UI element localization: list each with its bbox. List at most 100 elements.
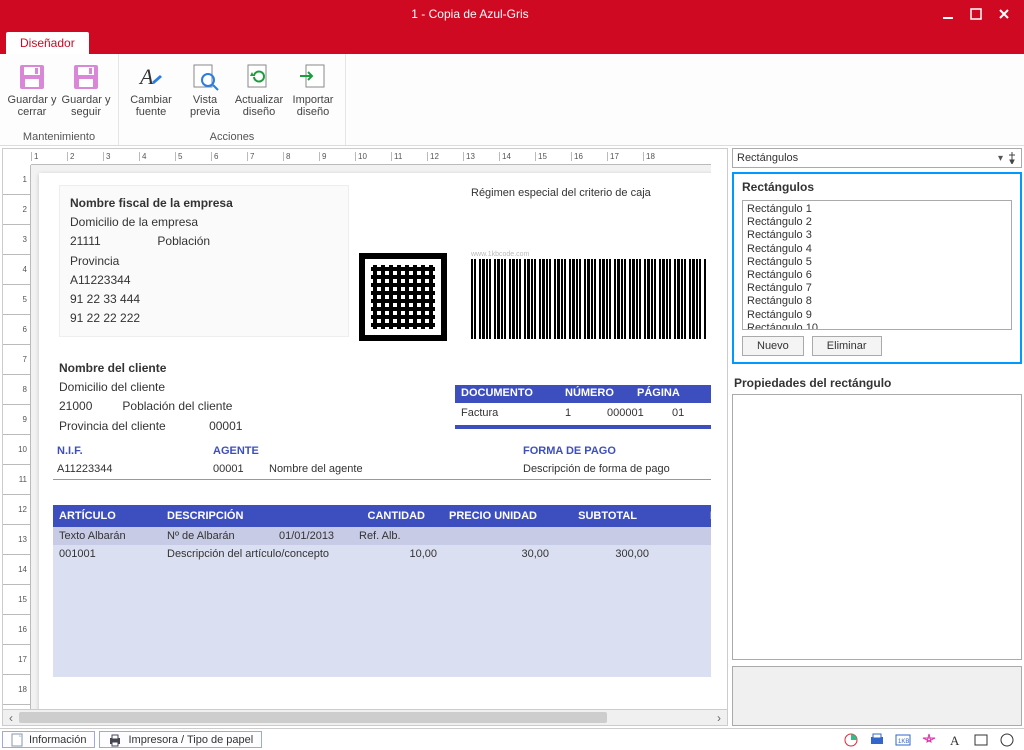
scroll-right-icon[interactable]: ›	[711, 710, 727, 726]
nif-header: N.I.F.AGENTEFORMA DE PAGO	[53, 445, 711, 457]
tab-designer[interactable]: Diseñador	[6, 32, 89, 54]
regimen-label: Régimen especial del criterio de caja	[471, 187, 651, 199]
company-phone1: 91 22 33 444	[70, 290, 338, 309]
list-item[interactable]: Rectángulo 2	[747, 216, 1007, 229]
svg-text:A: A	[950, 733, 960, 748]
status-info-label: Información	[29, 734, 86, 746]
rectangle-list[interactable]: Rectángulo 1 Rectángulo 2 Rectángulo 3 R…	[742, 200, 1012, 330]
vertical-ruler: 123456789101112131415161718	[3, 165, 31, 709]
list-item[interactable]: Rectángulo 8	[747, 295, 1007, 308]
company-province: Provincia	[70, 252, 338, 271]
company-address: Domicilio de la empresa	[70, 213, 338, 232]
delete-button[interactable]: Eliminar	[812, 336, 882, 356]
tool-rect-icon[interactable]	[972, 731, 990, 749]
design-canvas-area: 123456789101112131415161718 123456789101…	[2, 148, 728, 726]
horizontal-scrollbar[interactable]: ‹ ›	[3, 709, 727, 725]
import-icon	[297, 61, 329, 93]
list-item[interactable]: Rectángulo 1	[747, 203, 1007, 216]
ribbon-group-actions: A Cambiar fuente Vista previa Actualizar…	[119, 54, 346, 145]
tab-strip: Diseñador	[0, 28, 1024, 54]
doc-row: Factura100000101	[457, 407, 711, 419]
company-nif: A11223344	[70, 271, 338, 290]
ribbon: Guardar y cerrar Guardar y seguir Manten…	[0, 54, 1024, 146]
floppy-green-icon	[16, 61, 48, 93]
invoice-page[interactable]: Régimen especial del criterio de caja No…	[39, 173, 711, 725]
ribbon-group-title: Acciones	[125, 131, 339, 143]
new-button[interactable]: Nuevo	[742, 336, 804, 356]
statusbar-tools: 1KB A	[842, 731, 1024, 749]
properties-title: Propiedades del rectángulo	[734, 376, 1022, 390]
magnifier-icon	[189, 61, 221, 93]
properties-sub-box	[732, 666, 1022, 726]
company-name: Nombre fiscal de la empresa	[70, 194, 338, 213]
page-icon	[11, 733, 23, 747]
tool-text-icon[interactable]: A	[946, 731, 964, 749]
import-design-button[interactable]: Importar diseño	[287, 58, 339, 129]
list-item[interactable]: Rectángulo 6	[747, 269, 1007, 282]
table-row: Texto AlbaránNº de Albarán01/01/2013Ref.…	[53, 527, 711, 545]
list-item[interactable]: Rectángulo 3	[747, 229, 1007, 242]
list-item[interactable]: Rectángulo 9	[747, 309, 1007, 322]
window-title: 1 - Copia de Azul-Gris	[0, 7, 940, 21]
box-title: Rectángulos	[742, 180, 1012, 194]
ribbon-group-maintenance: Guardar y cerrar Guardar y seguir Manten…	[0, 54, 119, 145]
status-info-button[interactable]: Información	[2, 731, 95, 748]
status-bar: Información Impresora / Tipo de papel 1K…	[0, 728, 1024, 750]
client-name: Nombre del cliente	[59, 359, 242, 378]
maximize-button[interactable]	[968, 6, 984, 22]
font-icon: A	[135, 61, 167, 93]
company-cp-town: 21111 Población	[70, 232, 338, 251]
combo-value: Rectángulos	[737, 152, 998, 164]
scroll-thumb[interactable]	[19, 712, 607, 723]
panel-combo[interactable]: Rectángulos ▾	[732, 148, 1022, 168]
client-cp-town: 21000 Población del cliente	[59, 397, 242, 416]
save-continue-button[interactable]: Guardar y seguir	[60, 58, 112, 129]
printer-icon	[108, 733, 122, 747]
list-item[interactable]: Rectángulo 10	[747, 322, 1007, 330]
table-row: 001001Descripción del artículo/concepto1…	[53, 545, 711, 563]
company-block: Nombre fiscal de la empresa Domicilio de…	[59, 185, 349, 337]
titlebar: 1 - Copia de Azul-Gris	[0, 0, 1024, 28]
floppy-icon	[70, 61, 102, 93]
company-phone2: 91 22 22 222	[70, 309, 338, 328]
change-font-button[interactable]: A Cambiar fuente	[125, 58, 177, 129]
client-province: Provincia del cliente 00001	[59, 417, 242, 436]
refresh-design-button[interactable]: Actualizar diseño	[233, 58, 285, 129]
status-printer-button[interactable]: Impresora / Tipo de papel	[99, 731, 262, 748]
tool-star-icon[interactable]	[920, 731, 938, 749]
tool-printer-icon[interactable]	[868, 731, 886, 749]
window-controls	[940, 6, 1024, 22]
qr-code-icon	[359, 253, 447, 341]
list-item[interactable]: Rectángulo 4	[747, 243, 1007, 256]
tool-circle-icon[interactable]	[998, 731, 1016, 749]
svg-text:1KB: 1KB	[898, 739, 909, 745]
ribbon-group-title: Mantenimiento	[6, 131, 112, 143]
doc-header: DOCUMENTONÚMEROPÁGINA	[455, 387, 711, 399]
refresh-icon	[243, 61, 275, 93]
preview-button[interactable]: Vista previa	[179, 58, 231, 129]
pin-icon[interactable]	[1007, 152, 1017, 164]
svg-text:A: A	[138, 64, 154, 89]
items-body: Texto AlbaránNº de Albarán01/01/2013Ref.…	[53, 527, 711, 677]
save-close-button[interactable]: Guardar y cerrar	[6, 58, 58, 129]
chevron-down-icon[interactable]: ▾	[998, 153, 1003, 164]
main-area: 123456789101112131415161718 123456789101…	[0, 146, 1024, 728]
canvas-viewport[interactable]: Régimen especial del criterio de caja No…	[31, 165, 711, 725]
list-item[interactable]: Rectángulo 5	[747, 256, 1007, 269]
scroll-left-icon[interactable]: ‹	[3, 710, 19, 726]
client-block: Nombre del cliente Domicilio del cliente…	[59, 359, 242, 436]
tool-pkb-icon[interactable]: 1KB	[894, 731, 912, 749]
tool-pie-icon[interactable]	[842, 731, 860, 749]
list-item[interactable]: Rectángulo 7	[747, 282, 1007, 295]
properties-box	[732, 394, 1022, 660]
barcode-watermark: www.1kbcode.com	[471, 251, 529, 258]
close-button[interactable]	[996, 6, 1012, 22]
button-row: Nuevo Eliminar	[742, 336, 1012, 356]
pdf417-barcode-icon	[471, 259, 707, 339]
client-address: Domicilio del cliente	[59, 378, 242, 397]
side-panel: Rectángulos ▾ Rectángulos Rectángulo 1 R…	[732, 148, 1022, 726]
minimize-button[interactable]	[940, 6, 956, 22]
items-header: ARTÍCULODESCRIPCIÓNCANTIDADPRECIO UNIDAD…	[53, 505, 711, 527]
doc-underline	[455, 425, 711, 429]
horizontal-ruler: 123456789101112131415161718	[31, 149, 711, 165]
